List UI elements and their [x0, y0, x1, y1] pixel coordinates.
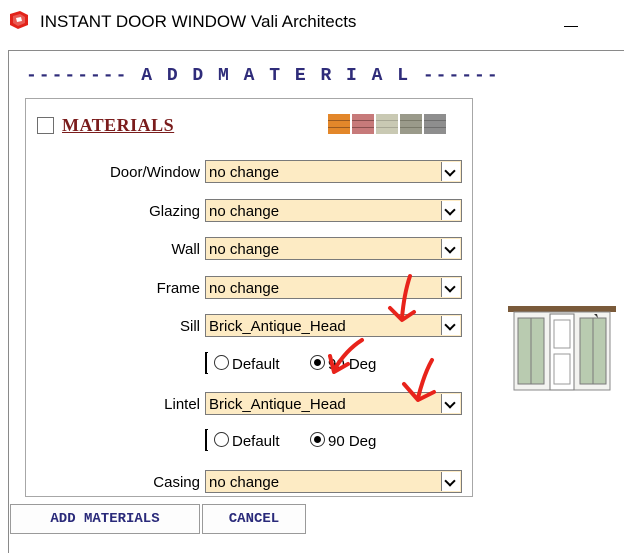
chevron-down-icon[interactable]: [441, 239, 460, 258]
lintel-default-radio[interactable]: [214, 432, 229, 447]
lintel-value: Brick_Antique_Head: [209, 396, 346, 413]
chevron-down-icon[interactable]: [441, 201, 460, 220]
casing-label: Casing: [153, 474, 200, 491]
title-bar: INSTANT DOOR WINDOW Vali Architects: [0, 0, 624, 45]
add-materials-button[interactable]: ADD MATERIALS: [10, 504, 200, 534]
minimize-button[interactable]: [548, 0, 594, 45]
field-row-glazing: Glazing no change: [0, 199, 470, 224]
frame-label: Frame: [156, 280, 200, 297]
sketchup-app-icon: [10, 11, 28, 29]
field-row-casing: Casing no change: [0, 470, 470, 495]
sill-default-radio[interactable]: [214, 355, 229, 370]
swatch-gray-stone: [400, 114, 422, 134]
glazing-label: Glazing: [149, 203, 200, 220]
cancel-button[interactable]: CANCEL: [202, 504, 306, 534]
chevron-down-icon[interactable]: [441, 472, 460, 491]
wall-select[interactable]: no change: [205, 237, 462, 260]
lintel-orientation-options: Default 90 Deg: [205, 429, 445, 453]
swatch-orange-brick: [328, 114, 350, 134]
door-window-value: no change: [209, 164, 280, 181]
sill-default-label[interactable]: Default: [232, 356, 280, 373]
materials-checkbox[interactable]: [37, 117, 54, 134]
annotation-arrow-icon: [388, 274, 416, 322]
glazing-value: no change: [209, 203, 280, 220]
door-window-label: Door/Window: [109, 164, 200, 181]
lintel-default-label[interactable]: Default: [232, 433, 280, 450]
window-title: INSTANT DOOR WINDOW Vali Architects: [40, 12, 357, 31]
lintel-label: Lintel: [164, 396, 200, 413]
casing-value: no change: [209, 474, 280, 491]
annotation-arrow-icon: [328, 338, 364, 374]
materials-label[interactable]: MATERIALS: [62, 115, 174, 136]
lintel-90deg-radio[interactable]: [310, 432, 325, 447]
door-window-preview-icon: [508, 306, 616, 391]
bracket-divider: [205, 352, 208, 374]
wall-label: Wall: [171, 241, 200, 258]
wall-value: no change: [209, 241, 280, 258]
swatch-beige-stone: [376, 114, 398, 134]
field-row-door-window: Door/Window no change: [0, 160, 470, 185]
frame-value: no change: [209, 280, 280, 297]
field-row-wall: Wall no change: [0, 237, 470, 262]
glazing-select[interactable]: no change: [205, 199, 462, 222]
door-window-select[interactable]: no change: [205, 160, 462, 183]
sill-label: Sill: [179, 318, 200, 335]
chevron-down-icon[interactable]: [441, 278, 460, 297]
casing-select[interactable]: no change: [205, 470, 462, 493]
chevron-down-icon[interactable]: [441, 316, 460, 335]
chevron-down-icon[interactable]: [441, 162, 460, 181]
material-swatches-icon: [328, 114, 446, 134]
swatch-red-brick: [352, 114, 374, 134]
swatch-dark-stone: [424, 114, 446, 134]
annotation-arrow-icon: [402, 358, 436, 402]
add-material-heading: -------- A D D M A T E R I A L ------: [26, 66, 500, 86]
bracket-divider: [205, 429, 208, 451]
lintel-90deg-label[interactable]: 90 Deg: [328, 433, 376, 450]
